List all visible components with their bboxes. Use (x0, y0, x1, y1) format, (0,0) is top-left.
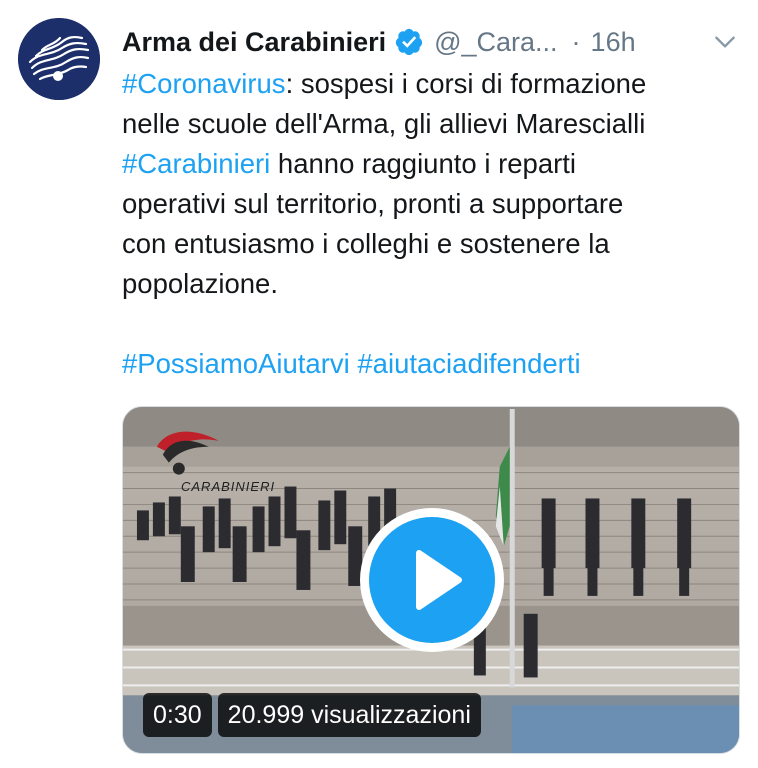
tweet-text-segment: hanno raggiunto i reparti (270, 148, 577, 179)
tweet-header: Arma dei Carabinieri @_Cara... · 16h (122, 22, 744, 62)
hashtag-link[interactable]: #PossiamoAiutarvi (122, 348, 350, 379)
tweet-text-line: con entusiasmo i colleghi e sostenere la (122, 224, 742, 264)
tweet-text-line: nelle scuole dell'Arma, gli allievi Mare… (122, 104, 742, 144)
tweet-text-segment: con entusiasmo i colleghi e sostenere la (122, 228, 610, 259)
tweet-text-segment: popolazione. (122, 268, 278, 299)
video-info: 0:30 20.999 visualizzazioni (143, 693, 481, 737)
tweet-timestamp[interactable]: 16h (591, 27, 636, 58)
video-view-count: 20.999 visualizzazioni (217, 693, 481, 737)
tweet-text-line: operativi sul territorio, pronti a suppo… (122, 184, 742, 224)
video-duration: 0:30 (143, 693, 212, 737)
hashtag-link[interactable]: #Coronavirus (122, 68, 286, 99)
author-handle[interactable]: @_Cara... (434, 27, 557, 58)
tweet-text-line: #PossiamoAiutarvi #aiutaciadifenderti (122, 344, 742, 384)
tweet-text-line: #Coronavirus: sospesi i corsi di formazi… (122, 64, 742, 104)
hashtag-link[interactable]: #aiutaciadifenderti (357, 348, 580, 379)
play-button[interactable] (360, 508, 504, 652)
author-name[interactable]: Arma dei Carabinieri (122, 27, 386, 58)
tweet-text-line: #Carabinieri hanno raggiunto i reparti (122, 144, 742, 184)
tweet-text-line: popolazione. (122, 264, 742, 304)
tweet-text-segment: nelle scuole dell'Arma, gli allievi Mare… (122, 108, 646, 139)
tweet-text-segment: : sospesi i corsi di formazione (285, 68, 647, 99)
verified-badge-icon (394, 27, 424, 57)
carabinieri-flame-logo (18, 18, 100, 100)
avatar[interactable] (18, 18, 100, 100)
separator-dot: · (571, 26, 581, 57)
video-watermark-text: CARABINIERI (181, 479, 276, 494)
tweet-text: #Coronavirus: sospesi i corsi di formazi… (122, 64, 742, 384)
tweet-text-segment: operativi sul territorio, pronti a suppo… (122, 188, 624, 219)
video-player[interactable]: CARABINIERI 0:30 20.999 visualizzazioni (122, 406, 740, 754)
chevron-down-icon[interactable] (712, 29, 738, 55)
play-icon (416, 550, 462, 610)
hashtag-link[interactable]: #Carabinieri (122, 148, 270, 179)
